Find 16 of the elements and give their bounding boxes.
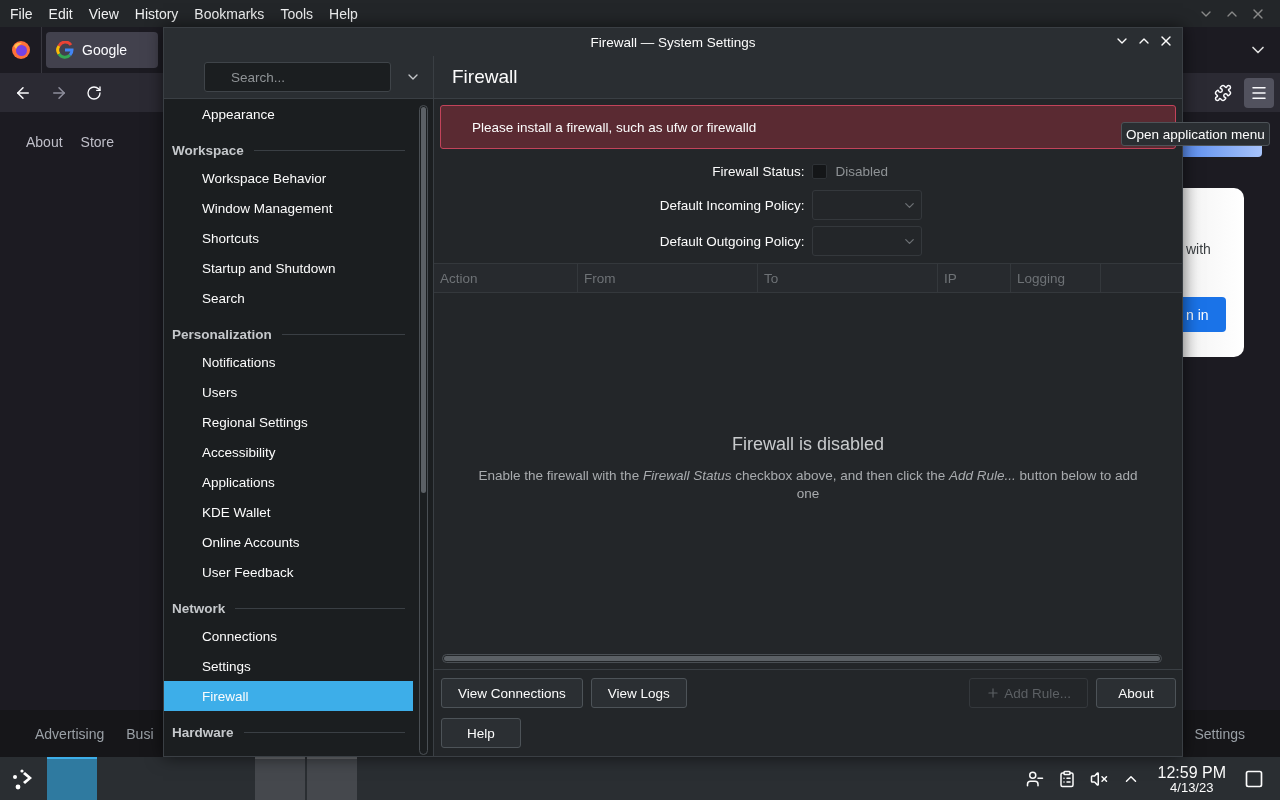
window-title: Firewall — System Settings (590, 34, 756, 50)
field-label: Default Incoming Policy: (659, 197, 805, 213)
section-heading: Hardware (172, 724, 234, 740)
section-heading: Workspace (172, 142, 244, 158)
empty-title: Firewall is disabled (731, 434, 885, 455)
field-label: Default Outgoing Policy: (659, 233, 805, 249)
card-text: with (1185, 241, 1212, 257)
section-heading: Network (172, 600, 226, 616)
empty-description: Enable the firewall with the Firewall Status checkbox above, and then click the Add Rule... button below to add one (478, 467, 1138, 503)
tab-title: Google (82, 42, 128, 58)
section-heading: Personalization (172, 326, 272, 342)
error-message: Please install a firewall, such as ufw or firewalld (471, 119, 757, 135)
checkbox-label: Disabled (835, 163, 889, 179)
field-label: Firewall Status: (712, 163, 805, 179)
page-title: Firewall (452, 66, 518, 88)
tooltip: Open application menu (1121, 122, 1270, 146)
